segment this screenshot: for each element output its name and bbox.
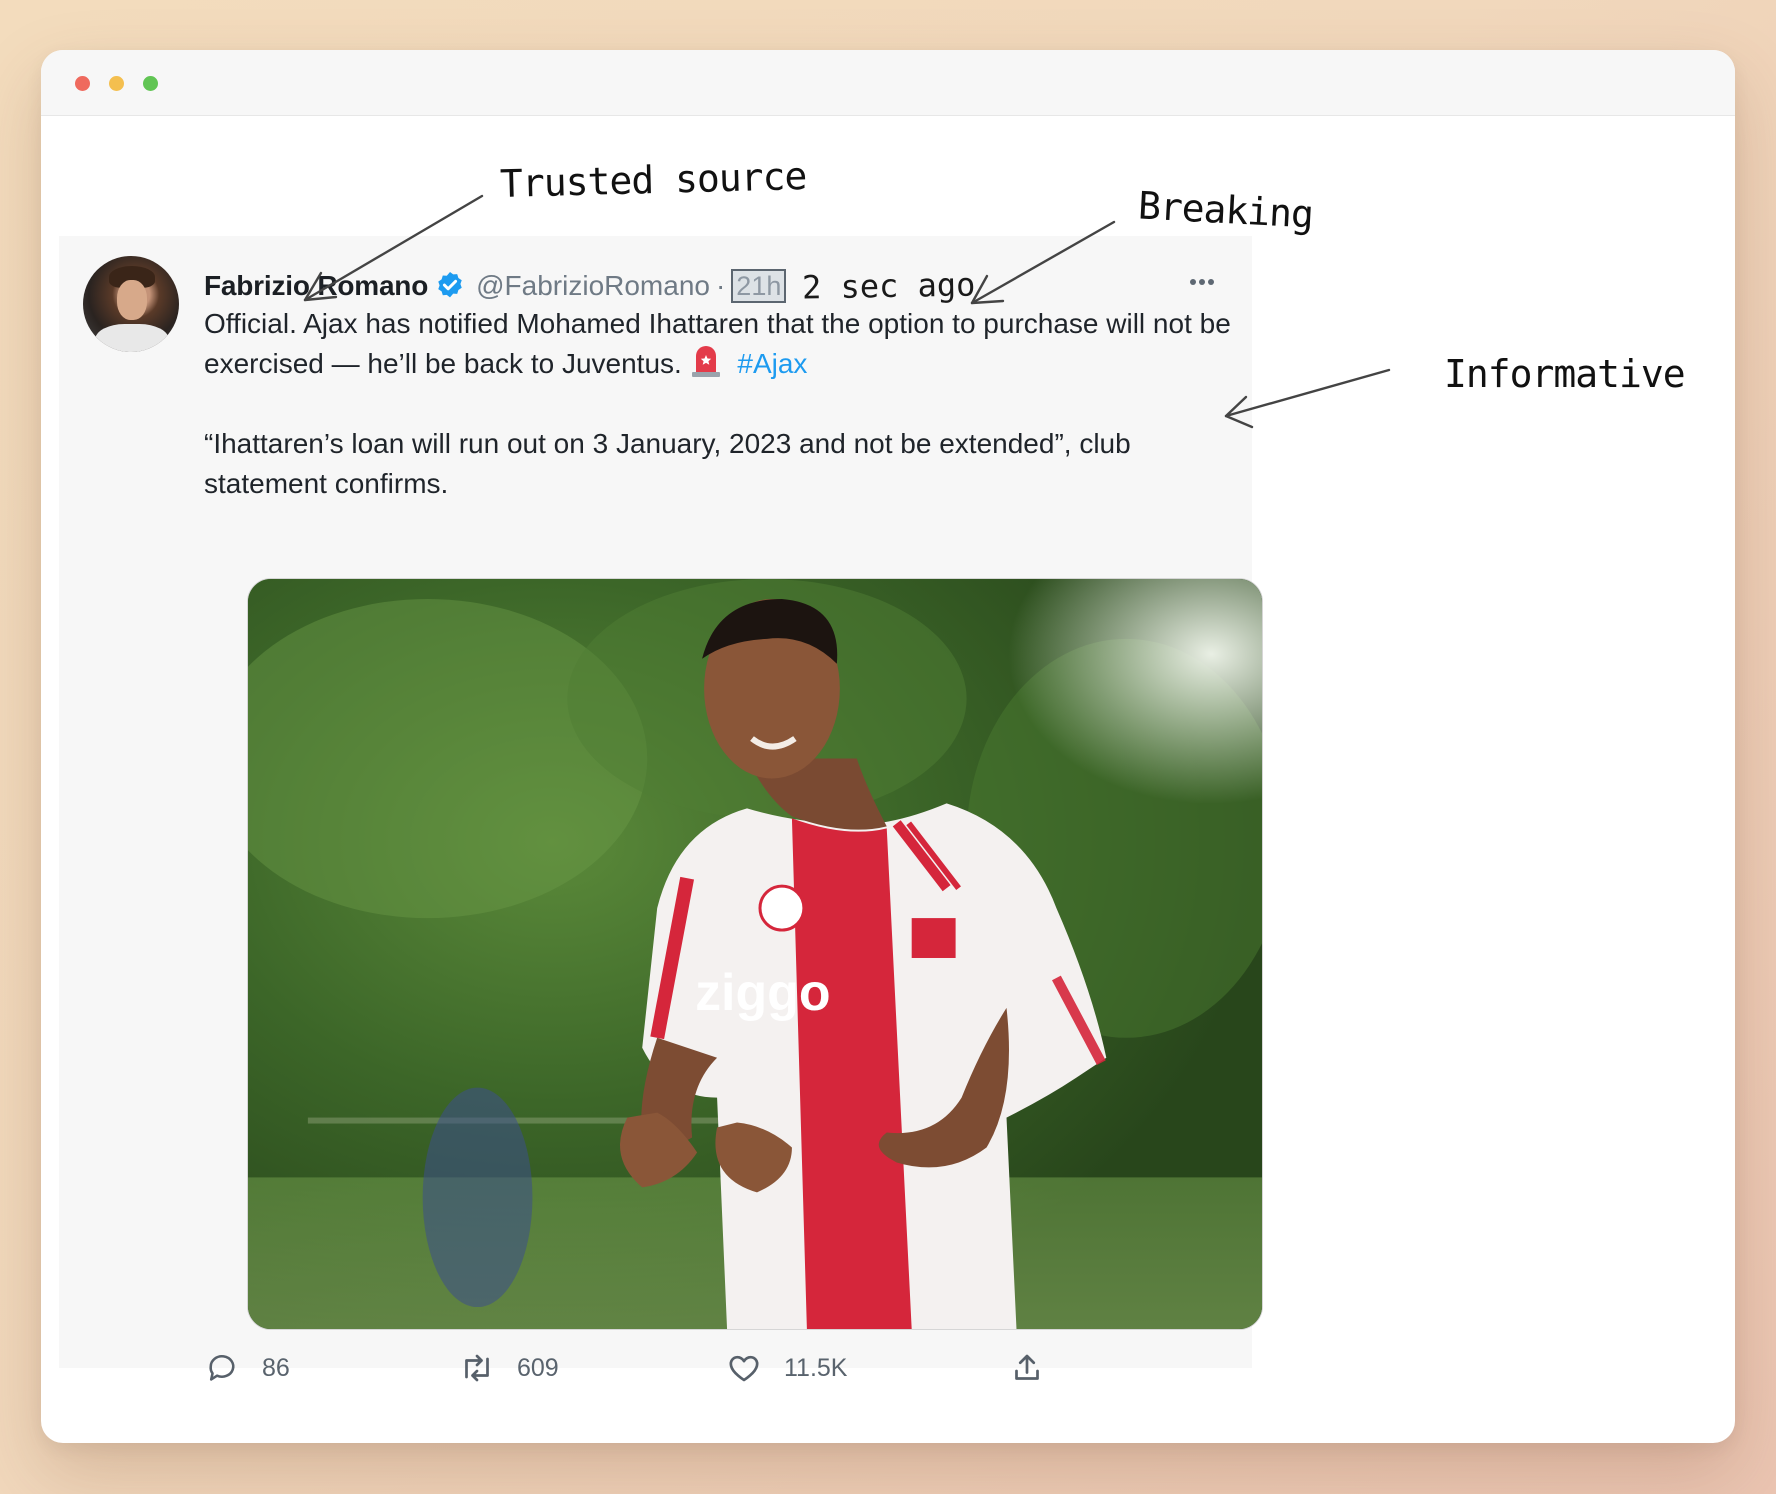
tweet-photo[interactable]: ziggo xyxy=(247,578,1263,1330)
annotation-trusted-source: Trusted source xyxy=(499,153,807,207)
author-name[interactable]: Fabrizio Romano xyxy=(204,270,428,302)
tweet-text-paragraph-2: “Ihattaren’s loan will run out on 3 Janu… xyxy=(204,428,1131,499)
annotation-informative: Informative xyxy=(1444,352,1686,396)
retweet-button[interactable]: 609 xyxy=(459,1344,559,1392)
retweet-count: 609 xyxy=(517,1353,559,1382)
tweet-text-paragraph-1: Official. Ajax has notified Mohamed Ihat… xyxy=(204,304,1234,384)
like-count: 11.5K xyxy=(784,1353,848,1382)
retweet-icon xyxy=(465,1354,489,1382)
title-bar xyxy=(41,50,1735,116)
minimize-button[interactable] xyxy=(109,76,124,91)
hashtag-link[interactable]: #Ajax xyxy=(737,348,807,379)
reply-button[interactable]: 86 xyxy=(204,1344,290,1392)
share-icon xyxy=(1015,1354,1039,1380)
svg-text:ziggo: ziggo xyxy=(695,963,830,1021)
verified-badge-icon xyxy=(438,272,462,298)
heart-icon xyxy=(729,1355,759,1382)
author-handle[interactable]: @FabrizioRomano xyxy=(476,270,710,302)
more-options-icon[interactable] xyxy=(1190,272,1222,285)
like-button[interactable]: 11.5K xyxy=(726,1344,847,1392)
header-separator: · xyxy=(715,270,726,301)
tweet-header: Fabrizio Romano @FabrizioRomano · 21h 2 … xyxy=(204,265,977,307)
siren-icon xyxy=(691,346,720,377)
share-button[interactable] xyxy=(1009,1344,1045,1392)
player-photo: ziggo xyxy=(248,579,1262,1329)
close-button[interactable] xyxy=(75,76,90,91)
avatar[interactable] xyxy=(83,256,179,352)
annotation-breaking: Breaking xyxy=(1136,183,1315,237)
tweet-timestamp[interactable]: 21h xyxy=(731,269,787,303)
zoom-button[interactable] xyxy=(143,76,158,91)
reply-count: 86 xyxy=(262,1353,290,1382)
tweet-actions: 86 609 11.5K xyxy=(204,1344,1104,1392)
reply-icon xyxy=(209,1355,235,1381)
handwritten-timestamp: 2 sec ago xyxy=(802,265,977,307)
